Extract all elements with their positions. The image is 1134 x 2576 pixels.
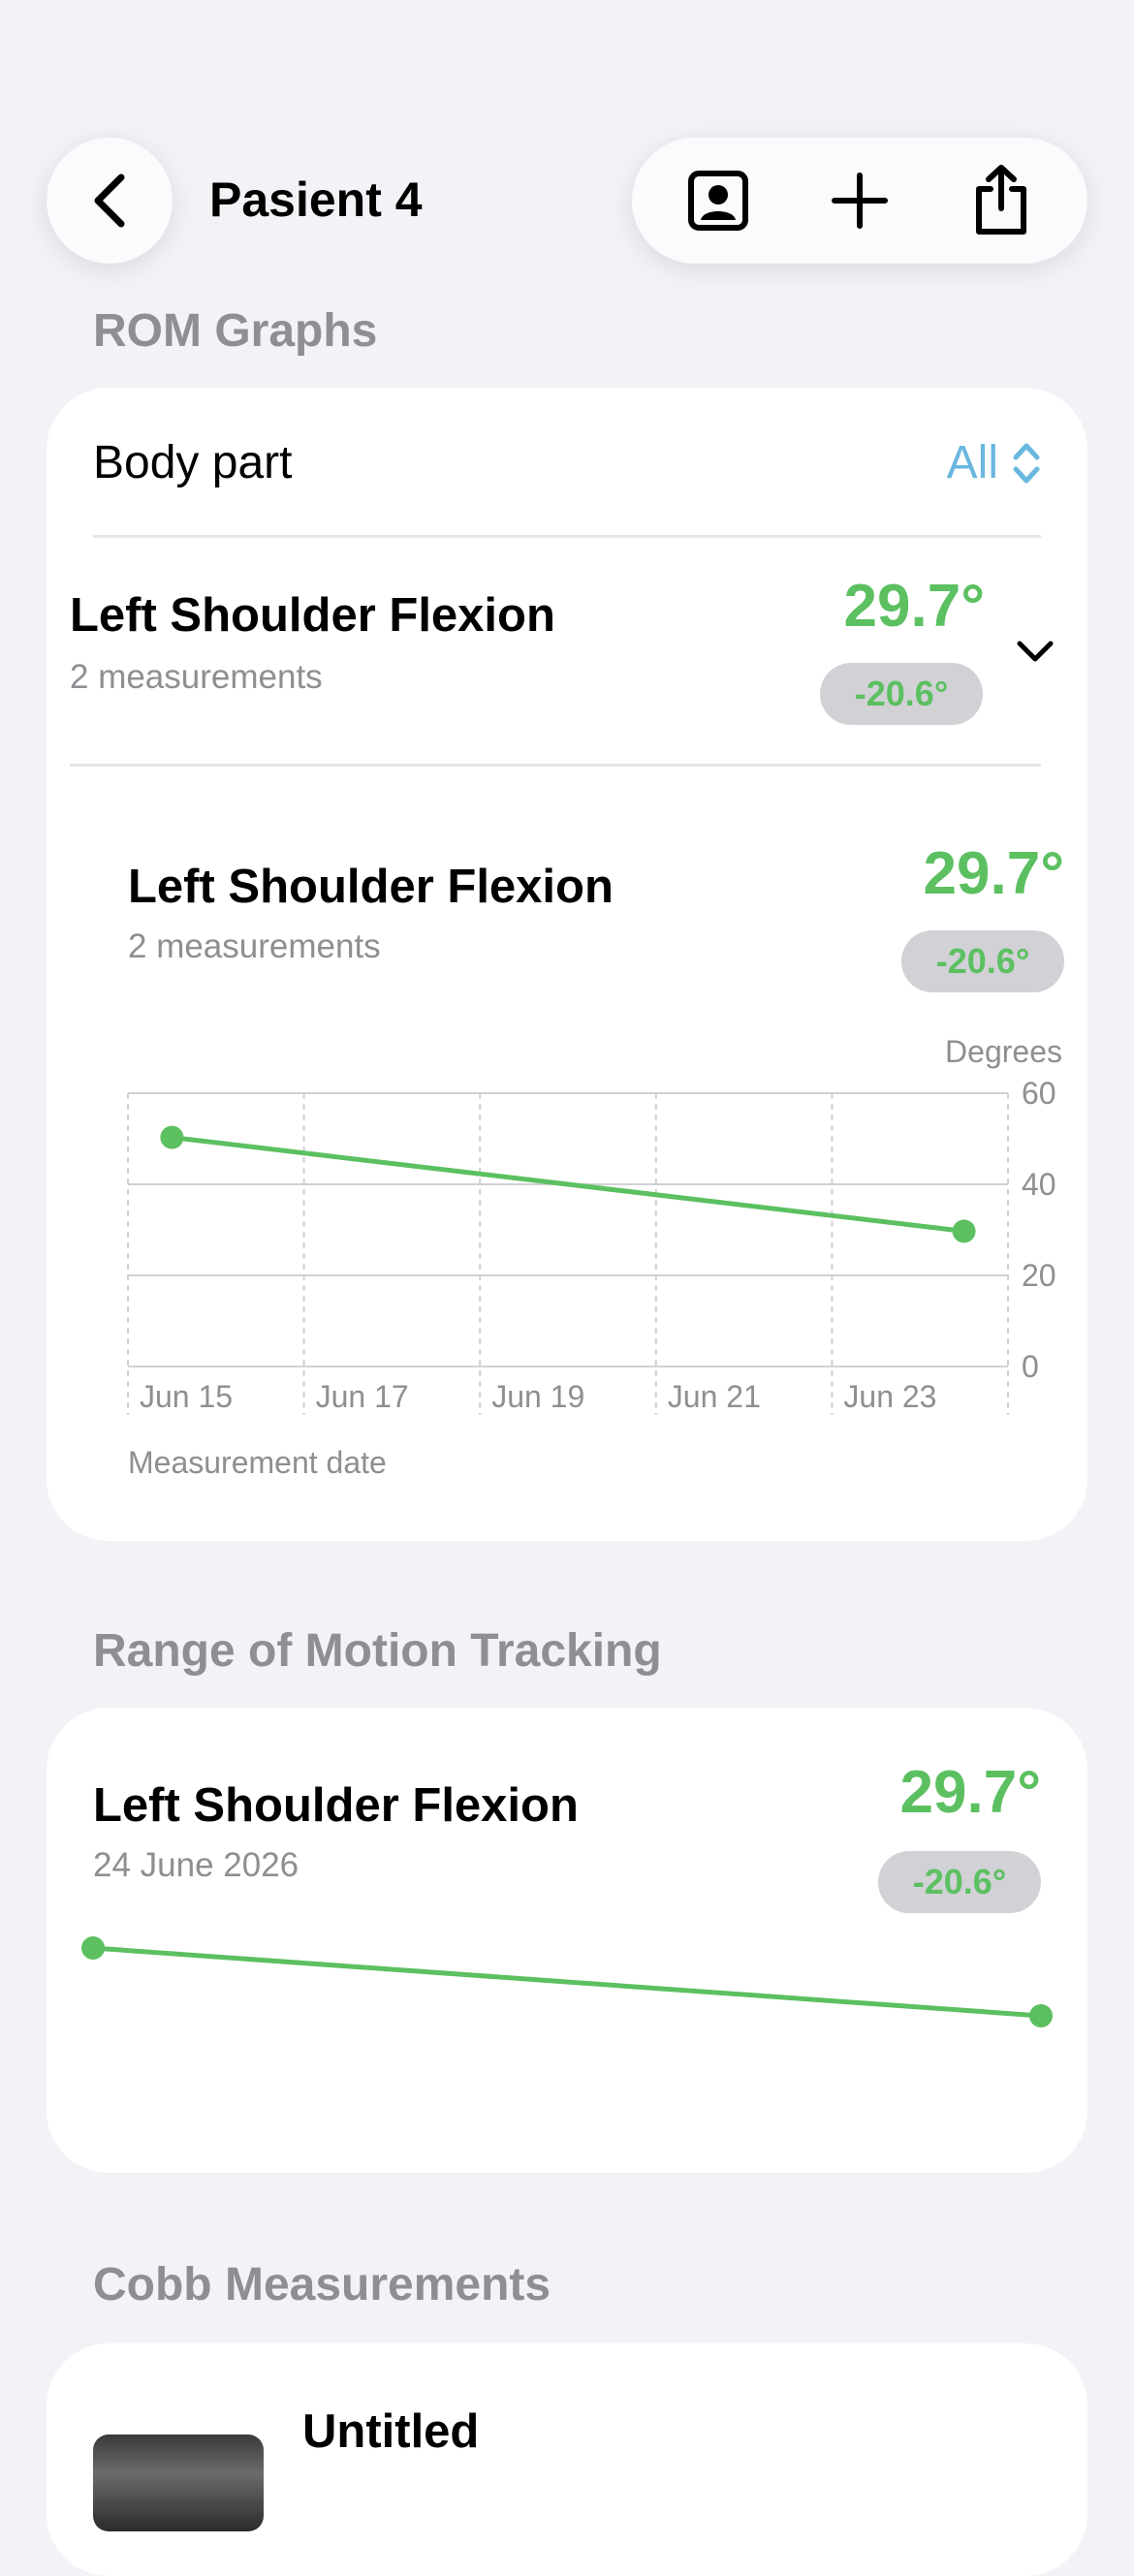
rom-graphs-section-title: ROM Graphs — [93, 305, 378, 357]
rom-graphs-card: Body part All Left Shoulder Flexion 2 me… — [47, 388, 1087, 1541]
x-tick-label: Jun 19 — [491, 1379, 584, 1414]
chevron-down-icon[interactable] — [1016, 638, 1055, 665]
cobb-section-title: Cobb Measurements — [93, 2259, 551, 2310]
sparkline-line — [92, 1945, 1042, 2019]
tracking-delta-badge: -20.6° — [878, 1851, 1041, 1913]
x-tick-label: Jun 21 — [668, 1379, 761, 1414]
rom-sparkline — [81, 1936, 1053, 2027]
x-tick-label: Jun 17 — [316, 1379, 409, 1414]
plus-icon — [832, 173, 888, 229]
contact-card-button[interactable] — [646, 138, 791, 264]
cobb-item-title[interactable]: Untitled — [302, 2403, 479, 2460]
sparkline-point — [81, 1936, 105, 1960]
data-point — [160, 1125, 184, 1149]
toolbar-actions — [632, 138, 1087, 264]
chart-delta-badge: -20.6° — [901, 930, 1064, 992]
y-axis-title: Degrees — [945, 1034, 1062, 1069]
sparkline-point — [1029, 2004, 1053, 2027]
contact-card-icon — [688, 171, 748, 231]
chart-value: 29.7° — [923, 840, 1064, 907]
summary-value: 29.7° — [843, 573, 985, 640]
back-button[interactable] — [47, 138, 173, 264]
y-tick-label: 60 — [1022, 1076, 1056, 1111]
share-icon — [976, 165, 1026, 235]
chevron-left-icon — [94, 173, 125, 228]
y-tick-label: 0 — [1022, 1349, 1039, 1384]
x-tick-label: Jun 23 — [843, 1379, 936, 1414]
nav-title: Pasient 4 — [209, 173, 423, 227]
xray-thumbnail[interactable] — [93, 2435, 264, 2531]
summary-delta-badge: -20.6° — [820, 663, 983, 725]
summary-count: 2 measurements — [70, 658, 323, 696]
share-button[interactable] — [929, 138, 1074, 264]
x-tick-label: Jun 15 — [140, 1379, 233, 1414]
summary-name: Left Shoulder Flexion — [70, 589, 555, 642]
body-part-picker[interactable]: All — [947, 434, 1041, 492]
divider — [93, 535, 1041, 538]
data-point — [952, 1219, 976, 1243]
cobb-card: Untitled — [47, 2343, 1087, 2576]
rom-tracking-section-title: Range of Motion Tracking — [93, 1625, 662, 1677]
y-tick-label: 20 — [1022, 1258, 1056, 1293]
chart-title: Left Shoulder Flexion — [128, 861, 614, 913]
y-tick-label: 40 — [1022, 1167, 1056, 1202]
body-part-value: All — [946, 437, 998, 488]
chart-count: 2 measurements — [128, 927, 381, 965]
chevron-up-down-icon — [1013, 443, 1040, 484]
rom-line-chart: Degrees 0 20 40 60 Jun 15 Jun 17 Jun 19 Jun 21 Ju… — [127, 1034, 1062, 1480]
body-part-label: Body part — [93, 437, 293, 488]
rom-tracking-card[interactable]: Left Shoulder Flexion 24 June 2026 29.7°… — [47, 1708, 1087, 2173]
divider — [70, 764, 1041, 767]
x-axis-title: Measurement date — [128, 1445, 387, 1480]
tracking-date: 24 June 2026 — [93, 1846, 299, 1884]
add-button[interactable] — [787, 138, 932, 264]
tracking-name: Left Shoulder Flexion — [93, 1779, 579, 1832]
tracking-value: 29.7° — [899, 1759, 1041, 1826]
